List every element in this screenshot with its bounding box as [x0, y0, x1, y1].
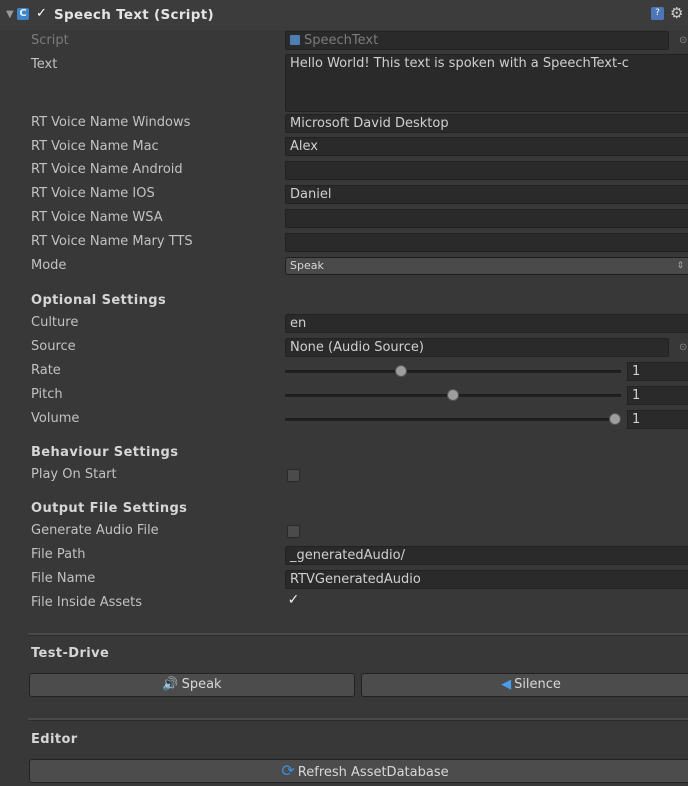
output-file-settings-heading: Output File Settings [31, 501, 188, 516]
inspector-panel: ▼ C ✓ Speech Text (Script) ? ⚙ Script Sp… [0, 0, 688, 786]
voice-windows-input[interactable]: Microsoft David Desktop [285, 114, 688, 133]
optional-settings-heading: Optional Settings [31, 293, 167, 308]
text-label: Text [31, 57, 58, 72]
test-drive-heading: Test-Drive [31, 646, 110, 661]
editor-heading: Editor [31, 732, 78, 747]
generate-audio-checkbox[interactable] [287, 525, 300, 538]
pitch-slider-thumb[interactable] [447, 389, 459, 401]
file-path-label: File Path [31, 547, 86, 562]
generate-audio-label: Generate Audio File [31, 523, 159, 538]
dropdown-arrows-icon: ⇕ [676, 261, 684, 271]
rate-label: Rate [31, 363, 61, 378]
source-picker-icon[interactable]: ⊙ [679, 342, 687, 353]
voice-windows-label: RT Voice Name Windows [31, 115, 191, 130]
section-divider [28, 633, 688, 636]
volume-value[interactable]: 1 [627, 410, 688, 429]
file-name-input[interactable]: RTVGeneratedAudio [285, 570, 688, 589]
file-inside-assets-checkbox[interactable]: ✓ [287, 593, 300, 608]
voice-mac-label: RT Voice Name Mac [31, 139, 159, 154]
play-on-start-label: Play On Start [31, 467, 117, 482]
behaviour-settings-heading: Behaviour Settings [31, 445, 179, 460]
script-field: SpeechText [285, 31, 669, 50]
script-value: SpeechText [304, 33, 379, 48]
pitch-label: Pitch [31, 387, 63, 402]
refresh-icon: ⟳ [281, 761, 295, 780]
file-path-input[interactable]: _generatedAudio/ [285, 546, 688, 565]
play-on-start-checkbox[interactable] [287, 469, 300, 482]
voice-android-label: RT Voice Name Android [31, 162, 183, 177]
refresh-assetdatabase-button[interactable]: ⟳ Refresh AssetDatabase [29, 759, 688, 783]
volume-label: Volume [31, 411, 80, 426]
mute-speaker-icon: ◀ [501, 677, 512, 692]
script-label: Script [31, 33, 69, 48]
voice-ios-input[interactable]: Daniel [285, 185, 688, 204]
refresh-button-label: Refresh AssetDatabase [297, 765, 449, 780]
script-picker-icon: ⊙ [679, 35, 688, 46]
voice-mary-input[interactable] [285, 233, 688, 252]
pitch-value[interactable]: 1 [627, 386, 688, 405]
volume-slider-thumb[interactable] [609, 413, 621, 425]
volume-slider-track[interactable] [285, 418, 621, 421]
help-icon[interactable]: ? [651, 7, 664, 20]
voice-mary-label: RT Voice Name Mary TTS [31, 234, 193, 249]
voice-mac-input[interactable]: Alex [285, 137, 688, 156]
component-enabled-checkbox[interactable]: ✓ [36, 7, 49, 20]
culture-label: Culture [31, 315, 79, 330]
section-divider-2 [28, 718, 688, 721]
file-name-label: File Name [31, 571, 96, 586]
script-file-icon [290, 35, 300, 45]
rate-slider-thumb[interactable] [395, 365, 408, 377]
file-inside-assets-label: File Inside Assets [31, 595, 143, 610]
foldout-triangle-icon[interactable]: ▼ [6, 9, 14, 20]
voice-wsa-label: RT Voice Name WSA [31, 210, 163, 225]
script-icon: C [17, 8, 29, 20]
gear-icon[interactable]: ⚙ [670, 4, 683, 22]
voice-ios-label: RT Voice Name IOS [31, 186, 155, 201]
text-area[interactable]: Hello World! This text is spoken with a … [285, 54, 688, 112]
culture-input[interactable]: en [285, 314, 688, 333]
silence-button[interactable]: ◀ Silence [361, 673, 688, 697]
speaker-icon: 🔊 [162, 677, 179, 692]
rate-value[interactable]: 1 [627, 362, 688, 381]
mode-value: Speak [290, 259, 324, 272]
source-field[interactable]: None (Audio Source) [285, 338, 669, 357]
voice-android-input[interactable] [285, 161, 688, 180]
mode-label: Mode [31, 258, 67, 273]
speak-button[interactable]: 🔊 Speak [29, 673, 355, 697]
silence-button-label: Silence [514, 677, 561, 692]
mode-dropdown[interactable]: Speak ⇕ [285, 257, 688, 275]
voice-wsa-input[interactable] [285, 209, 688, 228]
speak-button-label: Speak [181, 677, 222, 692]
component-title: Speech Text (Script) [54, 7, 214, 23]
rate-slider-track[interactable] [285, 370, 621, 373]
source-label: Source [31, 339, 76, 354]
component-header[interactable]: ▼ C ✓ Speech Text (Script) ? ⚙ [0, 0, 688, 30]
